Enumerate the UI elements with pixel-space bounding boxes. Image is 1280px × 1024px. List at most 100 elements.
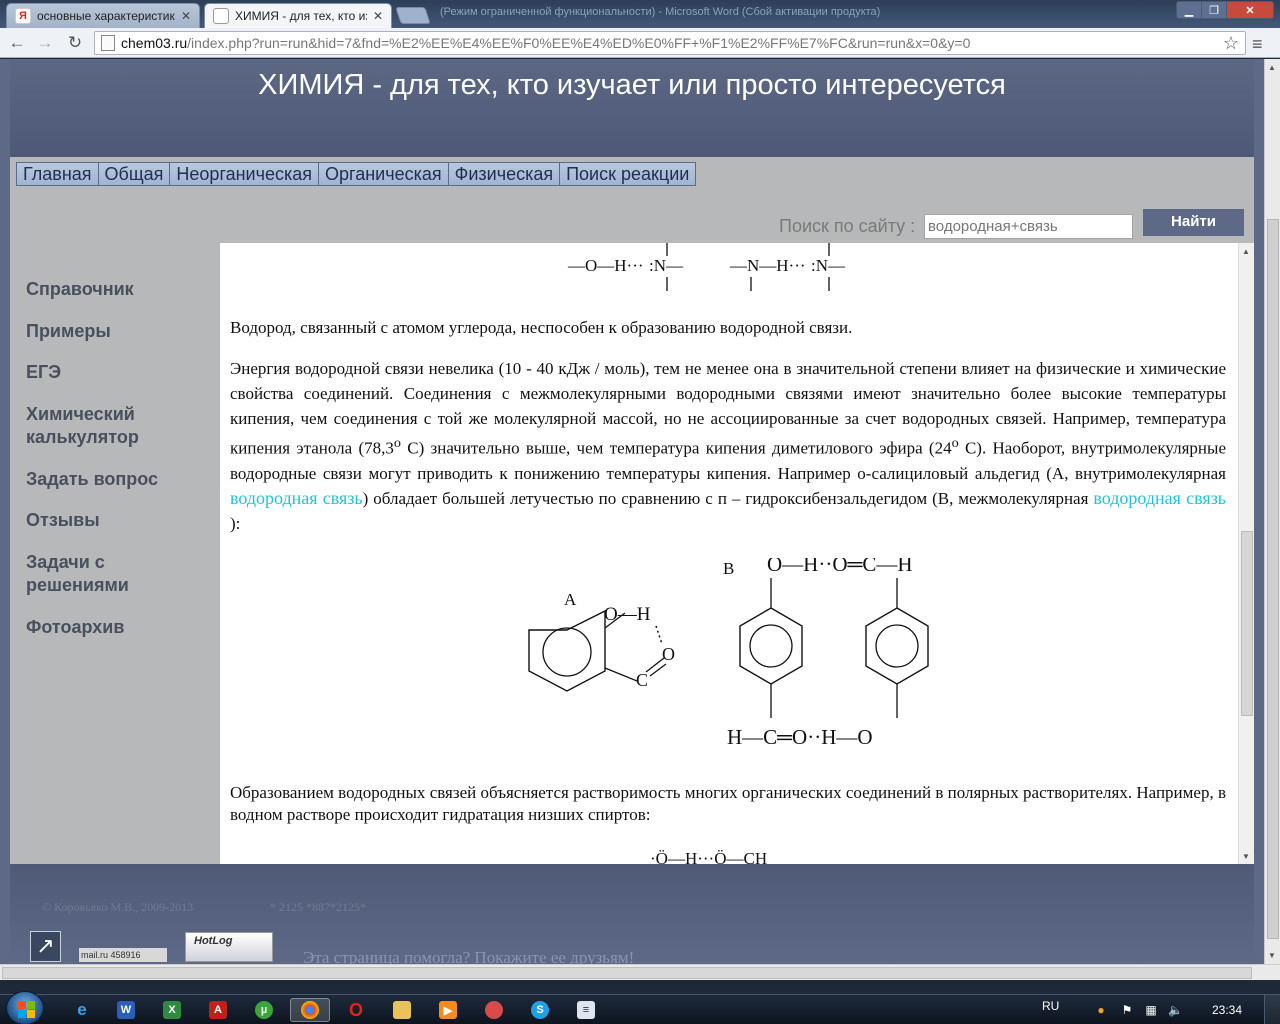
mailru-counter[interactable]: mail.ru 458916 bbox=[79, 948, 167, 962]
network-icon[interactable]: ▦ bbox=[1144, 1003, 1158, 1017]
phone-text: * 2125 *887*2125* bbox=[270, 900, 366, 914]
bookmark-star-icon[interactable]: ☆ bbox=[1223, 33, 1239, 54]
sidebar-item-reviews[interactable]: Отзывы bbox=[26, 509, 100, 532]
a-o-label: O bbox=[662, 644, 675, 664]
b-bottom-chain: H—C═O··H—O bbox=[727, 725, 873, 749]
sidebar-item-photo-archive[interactable]: Фотоархив bbox=[26, 616, 124, 639]
site-footer: © Коровьяко М.В., 2009-2013 * 2125 *887*… bbox=[10, 864, 1254, 964]
sidebar-item-calculator[interactable]: Химический калькулятор bbox=[26, 403, 139, 449]
notepad-icon[interactable]: ≡ bbox=[566, 998, 606, 1022]
a-c-label: C bbox=[636, 670, 648, 690]
show-desktop-button[interactable] bbox=[1264, 995, 1280, 1024]
paragraph-carbon-hydrogen: Водород, связанный с атомом углерода, не… bbox=[230, 318, 853, 337]
start-button[interactable] bbox=[6, 991, 44, 1024]
folder-icon[interactable] bbox=[382, 998, 422, 1022]
new-tab-button[interactable] bbox=[395, 7, 431, 24]
browser-toolbar: ← → ↻ chem03.ru /index.php?run=run&hid=7… bbox=[0, 28, 1280, 58]
reload-icon[interactable]: ↻ bbox=[64, 33, 86, 53]
nav-general[interactable]: Общая bbox=[98, 163, 171, 185]
share-text: Эта страница помогла? Покажите ее друзья… bbox=[303, 948, 635, 964]
share-arrow-icon[interactable]: ↗ bbox=[30, 931, 61, 962]
sidebar-item-ask-question[interactable]: Задать вопрос bbox=[26, 468, 158, 491]
nav-home[interactable]: Главная bbox=[17, 163, 99, 185]
degree-sup: o bbox=[393, 435, 401, 451]
alcohol-hydration-formula: ·Ö—H···Ö—CH bbox=[650, 849, 768, 865]
paragraph-solubility: Образованием водородных связей объясняет… bbox=[230, 783, 1226, 824]
volume-icon[interactable]: 🔈 bbox=[1168, 1003, 1183, 1017]
hotlog-counter[interactable]: HotLog bbox=[185, 932, 273, 962]
para-text: С) значительно выше, чем температура кип… bbox=[400, 438, 952, 458]
sidebar-item-problems[interactable]: Задачи с решениями bbox=[26, 551, 129, 597]
tab-yandex[interactable]: Я основные характеристики ✕ bbox=[6, 3, 200, 28]
keyword-highlight: водородная связь bbox=[230, 487, 363, 508]
language-indicator[interactable]: RU bbox=[1042, 999, 1059, 1013]
tab-close-icon[interactable]: ✕ bbox=[181, 9, 191, 23]
page-icon bbox=[101, 35, 115, 51]
b-top-chain: O—H··O═C—H bbox=[767, 558, 913, 576]
excel-icon[interactable]: X bbox=[152, 998, 192, 1022]
back-icon[interactable]: ← bbox=[6, 33, 28, 53]
hydrogen-bond-formula: —O—H··· :N— —N—H··· :N— bbox=[567, 243, 846, 291]
article-content: —O—H··· :N— —N—H··· :N— Водород, связанн… bbox=[220, 243, 1238, 865]
minimize-button[interactable]: ▁ bbox=[1176, 1, 1202, 19]
scroll-thumb[interactable] bbox=[1267, 219, 1279, 939]
search-input[interactable] bbox=[924, 214, 1133, 239]
yandex-icon: Я bbox=[15, 8, 31, 24]
word-icon[interactable]: W bbox=[106, 998, 146, 1022]
sidebar: Справочник Примеры ЕГЭ Химический кальку… bbox=[10, 243, 220, 865]
paragraph-bond-energy: Энергия водородной связи невелика (10 - … bbox=[230, 356, 1226, 536]
scroll-thumb[interactable] bbox=[1241, 531, 1253, 716]
para-text: ): bbox=[230, 513, 241, 533]
maximize-button[interactable]: ❐ bbox=[1201, 1, 1227, 19]
utorrent-icon[interactable]: µ bbox=[244, 998, 284, 1022]
url-path: /index.php?run=run&hid=7&fnd=%E2%EE%E4%E… bbox=[187, 35, 971, 51]
keyword-highlight: водородная связь bbox=[1093, 487, 1227, 508]
tab-close-icon[interactable]: ✕ bbox=[373, 9, 383, 23]
nav-reaction-search[interactable]: Поиск реакции bbox=[560, 163, 696, 185]
tray-app-icon[interactable]: ● bbox=[1094, 1003, 1108, 1017]
scroll-down-icon[interactable]: ▼ bbox=[1242, 852, 1250, 861]
nav-organic[interactable]: Органическая bbox=[319, 163, 449, 185]
media-player-icon[interactable]: ▶ bbox=[428, 998, 468, 1022]
label-b: B bbox=[723, 559, 734, 578]
tab-title: ХИМИЯ - для тех, кто изу bbox=[235, 9, 367, 23]
background-window-title: (Режим ограниченной функциональности) - … bbox=[440, 6, 881, 18]
app-icon[interactable] bbox=[474, 998, 514, 1022]
chrome-icon[interactable] bbox=[290, 998, 330, 1022]
tab-chem03[interactable]: ХИМИЯ - для тех, кто изу ✕ bbox=[204, 3, 392, 28]
label-a: A bbox=[564, 590, 577, 609]
sidebar-item-ege[interactable]: ЕГЭ bbox=[26, 361, 61, 384]
search-label: Поиск по сайту : bbox=[779, 216, 916, 236]
para-text: ) обладает большей летучестью по сравнен… bbox=[362, 488, 1094, 508]
acrobat-icon[interactable]: A bbox=[198, 998, 238, 1022]
search-button[interactable]: Найти bbox=[1143, 209, 1244, 236]
formula-left-part2: :N— bbox=[649, 256, 684, 275]
scroll-thumb[interactable] bbox=[2, 967, 1252, 979]
browser-horizontal-scrollbar[interactable] bbox=[0, 964, 1280, 980]
sidebar-item-reference[interactable]: Справочник bbox=[26, 278, 134, 301]
forward-icon[interactable]: → bbox=[34, 33, 56, 53]
clock[interactable]: 23:34 bbox=[1212, 1003, 1242, 1017]
salicylaldehyde-figure: A O—H O C B O—H··O═C—H H—C═O··H—O bbox=[528, 558, 929, 749]
windows-taskbar: e W X A µ O ▶ S ≡ RU ● ⚑ ▦ 🔈 23:34 bbox=[0, 991, 1280, 1024]
close-window-button[interactable]: ✕ bbox=[1226, 1, 1274, 19]
opera-icon[interactable]: O bbox=[336, 998, 376, 1022]
menu-icon[interactable]: ≡ bbox=[1252, 34, 1263, 55]
skype-icon[interactable]: S bbox=[520, 998, 560, 1022]
main-nav: Главная Общая Неорганическая Органическа… bbox=[16, 162, 697, 186]
nav-physical[interactable]: Физическая bbox=[448, 163, 561, 185]
nav-inorganic[interactable]: Неорганическая bbox=[170, 163, 320, 185]
flag-icon[interactable]: ⚑ bbox=[1120, 1003, 1134, 1017]
formula-left-part1: —O—H··· bbox=[567, 256, 644, 275]
scroll-up-icon[interactable]: ▲ bbox=[1268, 63, 1276, 72]
scroll-up-icon[interactable]: ▲ bbox=[1242, 247, 1250, 256]
formula-right-part1: —N—H··· bbox=[729, 256, 806, 275]
scroll-down-icon[interactable]: ▼ bbox=[1268, 951, 1276, 960]
browser-vertical-scrollbar[interactable]: ▲ ▼ bbox=[1264, 59, 1280, 964]
formula-right-part2: :N— bbox=[811, 256, 846, 275]
content-scrollbar[interactable]: ▲ ▼ bbox=[1238, 243, 1254, 865]
ie-icon[interactable]: e bbox=[62, 998, 102, 1022]
copyright-text: © Коровьяко М.В., 2009-2013 bbox=[42, 900, 194, 914]
sidebar-item-examples[interactable]: Примеры bbox=[26, 320, 111, 343]
address-bar[interactable]: chem03.ru /index.php?run=run&hid=7&fnd=%… bbox=[94, 31, 1246, 55]
